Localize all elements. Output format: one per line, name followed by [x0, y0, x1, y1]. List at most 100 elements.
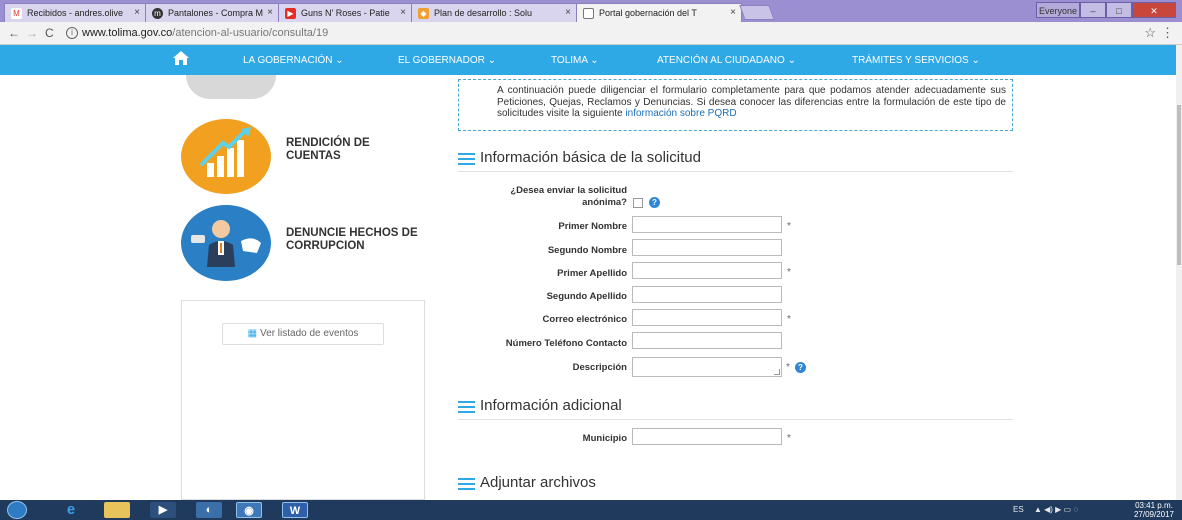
page-icon [583, 8, 594, 19]
maximize-button[interactable]: □ [1106, 2, 1132, 18]
browser-tab-active[interactable]: Portal gobernación del T × [576, 3, 742, 22]
site-navigation: LA GOBERNACIÓN ⌄ EL GOBERNADOR ⌄ TOLIMA … [0, 45, 1176, 75]
rendicion-cuentas-image[interactable] [181, 119, 271, 194]
close-icon[interactable]: × [267, 7, 273, 18]
plan-icon: ◆ [418, 8, 429, 19]
tray-icons[interactable]: ▲ ◀) ▶ ▭ ◌ [1034, 505, 1078, 514]
tab-label: Guns N' Roses - Patie [301, 8, 390, 18]
section-basic-info: Información básica de la solicitud [458, 146, 1013, 172]
address-bar: ← → C i www.tolima.gov.co/atencion-al-us… [0, 22, 1182, 45]
correo-label: Correo electrónico [542, 314, 627, 325]
primer-apellido-input[interactable] [632, 262, 782, 279]
calendar-icon: ▦ [247, 328, 258, 339]
scrollbar-thumb[interactable] [1177, 105, 1181, 265]
clock-time: 03:41 p.m. [1135, 501, 1173, 510]
section-title: Información adicional [480, 397, 622, 414]
tab-label: Recibidos - andres.olive [27, 8, 124, 18]
telefono-label: Número Teléfono Contacto [505, 338, 627, 349]
new-tab-button[interactable] [739, 5, 775, 20]
browser-tab[interactable]: M Recibidos - andres.olive × [4, 3, 146, 22]
required-mark: * [786, 362, 790, 373]
reload-icon[interactable]: C [45, 26, 54, 40]
forward-arrow-icon[interactable]: → [26, 26, 38, 40]
youtube-icon: ▶ [285, 8, 296, 19]
close-window-button[interactable]: ✕ [1132, 2, 1176, 18]
list-icon [458, 401, 475, 413]
municipio-label: Municipio [582, 433, 627, 444]
required-mark: * [787, 433, 791, 444]
denuncie-corrupcion-image[interactable] [181, 205, 271, 281]
file-explorer-icon[interactable] [104, 502, 130, 518]
browser-tab[interactable]: ▶ Guns N' Roses - Patie × [278, 3, 412, 22]
nav-item-gobernador[interactable]: EL GOBERNADOR ⌄ [398, 55, 496, 66]
page-scrollbar[interactable] [1176, 45, 1182, 500]
segundo-apellido-input[interactable] [632, 286, 782, 303]
window-controls: Everyone – □ ✕ [1036, 2, 1176, 18]
businessman-icon [191, 220, 261, 267]
nav-item-tolima[interactable]: TOLIMA ⌄ [551, 55, 599, 66]
close-icon[interactable]: × [400, 7, 406, 18]
browser-tab-bar: M Recibidos - andres.olive × m Pantalone… [0, 0, 1182, 22]
tab-label: Portal gobernación del T [599, 8, 697, 18]
chrome-icon[interactable]: ◉ [236, 502, 262, 518]
pqrd-info-link[interactable]: información sobre PQRD [625, 108, 736, 119]
segundo-apellido-label: Segundo Apellido [546, 291, 627, 302]
help-icon[interactable]: ? [649, 197, 660, 208]
events-button-label: Ver listado de eventos [260, 328, 359, 339]
growth-chart-icon [199, 127, 251, 177]
primer-nombre-label: Primer Nombre [558, 221, 627, 232]
windows-taskbar: e ▶ ◐ ◉ W ES ▲ ◀) ▶ ▭ ◌ 03:41 p.m. 27/09… [0, 500, 1182, 520]
events-panel: ▦ Ver listado de eventos [181, 300, 425, 500]
url-field[interactable]: www.tolima.gov.co/atencion-al-usuario/co… [82, 27, 328, 39]
store-icon: m [152, 8, 163, 19]
internet-explorer-icon[interactable]: e [58, 502, 84, 518]
browser-tab[interactable]: ◆ Plan de desarrollo : Solu × [411, 3, 577, 22]
url-host: www.tolima.gov.co [82, 27, 173, 39]
denuncie-corrupcion-link[interactable]: DENUNCIE HECHOS DE CORRUPCION [286, 227, 426, 253]
section-title: Información básica de la solicitud [480, 149, 701, 166]
window-user-badge[interactable]: Everyone [1036, 2, 1080, 18]
municipio-select[interactable] [632, 428, 782, 445]
required-mark: * [787, 221, 791, 232]
events-list-button[interactable]: ▦ Ver listado de eventos [222, 323, 384, 345]
section-title: Adjuntar archivos [480, 474, 596, 491]
media-player-icon[interactable]: ▶ [150, 502, 176, 518]
back-arrow-icon[interactable]: ← [8, 26, 20, 40]
start-button[interactable] [7, 501, 27, 519]
bookmark-star-icon[interactable]: ☆ [1144, 25, 1156, 41]
descripcion-textarea[interactable] [632, 357, 782, 377]
section-additional-info: Información adicional [458, 394, 1013, 420]
nav-item-gobernacion[interactable]: LA GOBERNACIÓN ⌄ [243, 55, 344, 66]
close-icon[interactable]: × [134, 7, 140, 18]
tab-label: Pantalones - Compra M [168, 8, 264, 18]
nav-item-atencion[interactable]: ATENCIÓN AL CIUDADANO ⌄ [657, 55, 796, 66]
minimize-button[interactable]: – [1080, 2, 1106, 18]
resize-handle[interactable] [774, 369, 780, 375]
info-icon[interactable]: i [66, 27, 78, 39]
nav-item-tramites[interactable]: TRÁMITES Y SERVICIOS ⌄ [852, 55, 980, 66]
section-attachments: Adjuntar archivos [458, 471, 1013, 497]
word-icon[interactable]: W [282, 502, 308, 518]
primer-apellido-label: Primer Apellido [557, 268, 627, 279]
telefono-input[interactable] [632, 332, 782, 349]
rendicion-cuentas-link[interactable]: RENDICIÓN DE CUENTAS [286, 137, 396, 163]
anonymous-checkbox[interactable] [633, 198, 643, 208]
help-icon[interactable]: ? [795, 362, 806, 373]
close-icon[interactable]: × [730, 7, 736, 18]
home-icon[interactable] [173, 51, 189, 65]
sidebar-partial-image [186, 75, 276, 99]
url-path: /atencion-al-usuario/consulta/19 [172, 27, 329, 39]
browser-tab[interactable]: m Pantalones - Compra M × [145, 3, 279, 22]
intro-text: A continuación puede diligenciar el form… [497, 85, 1006, 119]
system-clock[interactable]: 03:41 p.m. 27/09/2017 [1134, 501, 1174, 519]
close-icon[interactable]: × [565, 7, 571, 18]
language-indicator[interactable]: ES [1013, 505, 1024, 514]
correo-input[interactable] [632, 309, 782, 326]
app-icon[interactable]: ◐ [196, 502, 222, 518]
primer-nombre-input[interactable] [632, 216, 782, 233]
tab-label: Plan de desarrollo : Solu [434, 8, 533, 18]
browser-menu-icon[interactable]: ⋮ [1161, 25, 1174, 41]
required-mark: * [787, 314, 791, 325]
segundo-nombre-input[interactable] [632, 239, 782, 256]
clock-date: 27/09/2017 [1133, 510, 1174, 519]
